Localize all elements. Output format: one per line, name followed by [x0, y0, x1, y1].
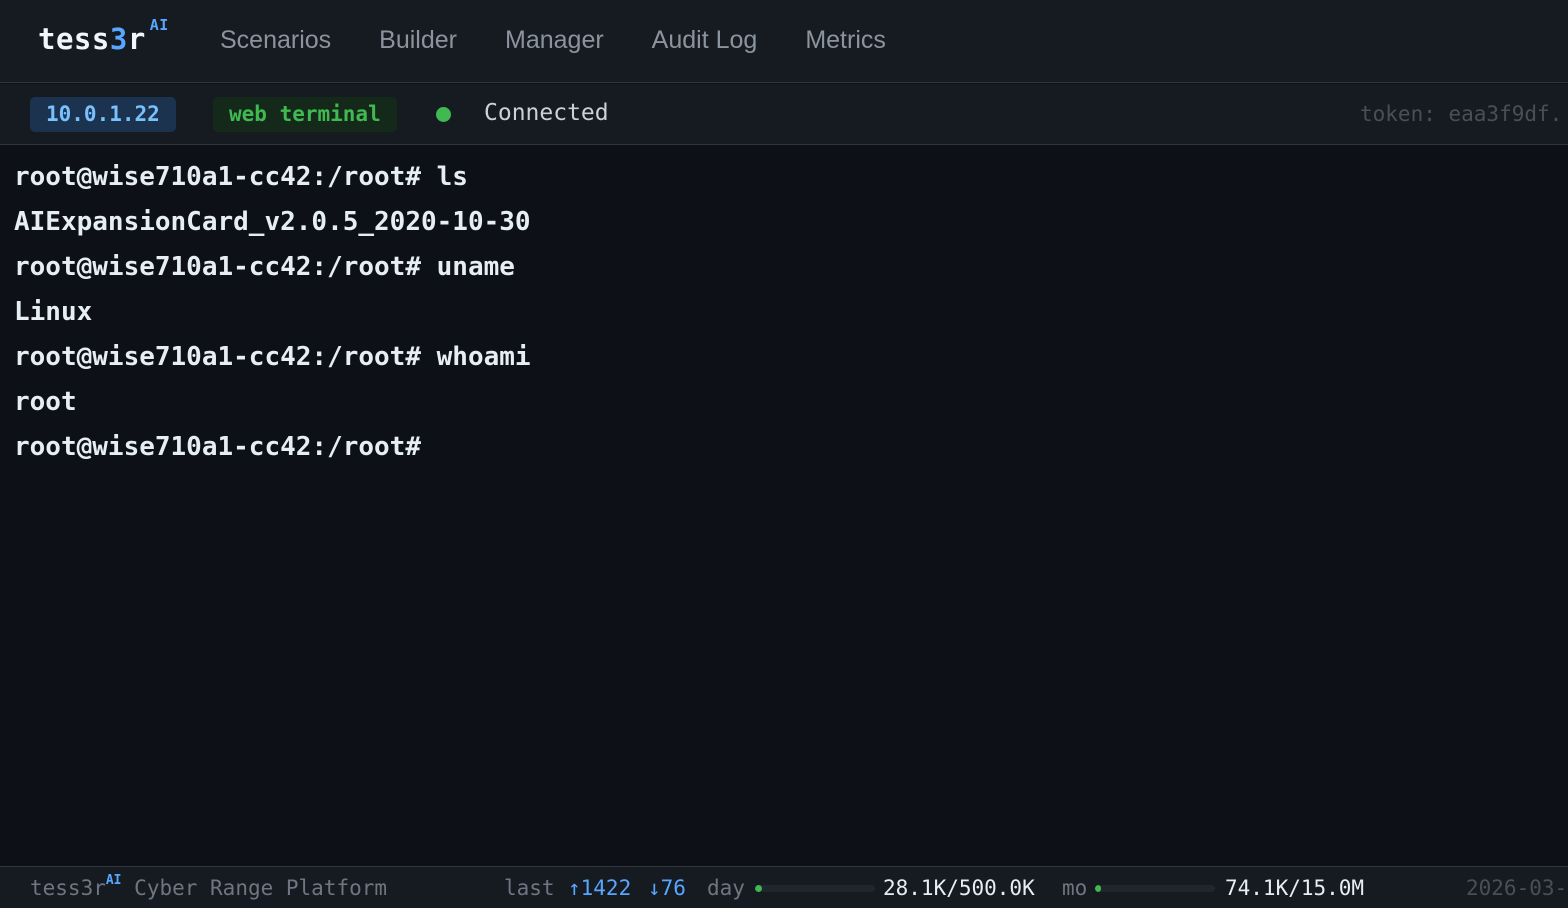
usage-month-value: 74.1K/15.0M	[1225, 876, 1365, 900]
terminal-line: root@wise710a1-cc42:/root# uname	[14, 252, 515, 282]
usage-day-bar	[755, 885, 875, 892]
footer-platform: Cyber Range Platform	[134, 876, 388, 900]
terminal-line: root	[14, 387, 77, 417]
brand-prefix: tess	[38, 22, 110, 56]
nav-audit-log[interactable]: Audit Log	[652, 26, 758, 55]
usage-day-fill	[755, 885, 762, 892]
footer-date: 2026-03-	[1466, 876, 1568, 900]
nav-links: Scenarios Builder Manager Audit Log Metr…	[220, 26, 886, 55]
usage-month-bar	[1095, 885, 1215, 892]
nav-metrics[interactable]: Metrics	[805, 26, 886, 55]
brand-suffix: r	[127, 22, 146, 56]
usage-last-label: last	[504, 876, 555, 900]
terminal-line: root@wise710a1-cc42:/root# ls	[14, 162, 468, 192]
brand-accent: 3	[109, 22, 128, 56]
terminal-line: AIExpansionCard_v2.0.5_2020-10-30	[14, 207, 531, 237]
brand-ai-badge: AI	[149, 16, 169, 34]
footer-ai-badge: AI	[105, 873, 122, 888]
footer-brand: tess3rAI Cyber Range Platform	[30, 873, 388, 900]
usage-month-label: mo	[1062, 876, 1088, 900]
session-bar: 10.0.1.22 web terminal Connected token: …	[0, 84, 1568, 145]
usage-up-count: ↑1422	[568, 876, 632, 900]
terminal-prompt-line: root@wise710a1-cc42:/root#	[14, 432, 421, 462]
connection-status-dot	[436, 107, 451, 122]
nav-manager[interactable]: Manager	[505, 26, 604, 55]
usage-down-count: ↓76	[648, 876, 686, 900]
ip-badge: 10.0.1.22	[30, 97, 176, 132]
footer-bar: tess3rAI Cyber Range Platform last ↑1422…	[0, 866, 1568, 908]
usage-month-fill	[1095, 885, 1101, 892]
terminal-line: Linux	[14, 297, 93, 327]
session-token: token: eaa3f9df.	[1360, 102, 1563, 126]
terminal-output[interactable]: root@wise710a1-cc42:/root# ls AIExpansio…	[0, 146, 1568, 866]
top-nav: tess3r AI Scenarios Builder Manager Audit…	[0, 0, 1568, 83]
footer-brand-name: tess3r	[30, 876, 106, 900]
session-type-badge: web terminal	[213, 97, 397, 132]
terminal-line: root@wise710a1-cc42:/root# whoami	[14, 342, 531, 372]
usage-day-value: 28.1K/500.0K	[883, 876, 1035, 900]
nav-scenarios[interactable]: Scenarios	[220, 26, 331, 55]
brand-logo[interactable]: tess3r AI	[38, 16, 169, 56]
nav-builder[interactable]: Builder	[379, 26, 457, 55]
connection-status: Connected	[484, 100, 609, 126]
usage-day-label: day	[707, 876, 745, 900]
